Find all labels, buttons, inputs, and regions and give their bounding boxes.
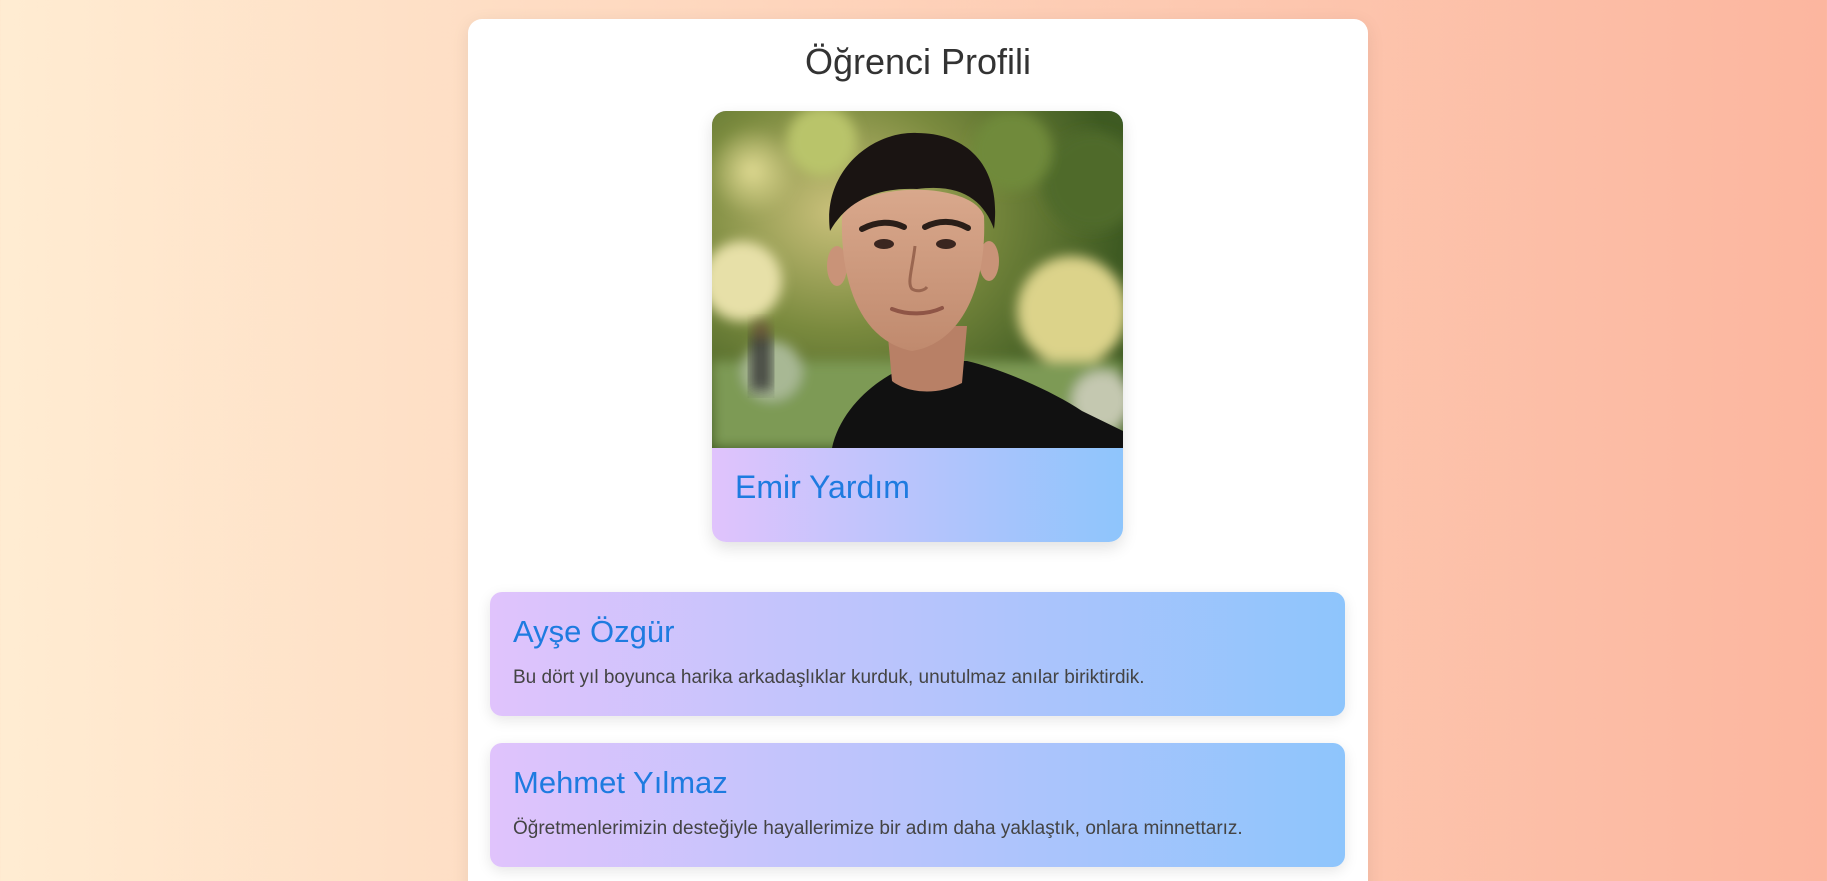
profile-name: Emir Yardım — [735, 469, 910, 505]
message-text: Bu dört yıl boyunca harika arkadaşlıklar… — [513, 667, 1145, 688]
message-card: Ayşe Özgür Bu dört yıl boyunca harika ar… — [490, 592, 1345, 716]
page-title: Öğrenci Profili — [804, 41, 1032, 82]
profile-container: Öğrenci Profili Emir Yardım Ayşe Özgür B… — [468, 19, 1368, 881]
message-author: Ayşe Özgür — [513, 614, 675, 649]
profile-photo — [712, 111, 1123, 448]
message-card: Mehmet Yılmaz Öğretmenlerimizin desteğiy… — [490, 743, 1345, 867]
message-text: Öğretmenlerimizin desteğiyle hayallerimi… — [513, 818, 1243, 839]
message-author: Mehmet Yılmaz — [513, 765, 728, 800]
profile-card: Emir Yardım — [712, 111, 1123, 542]
